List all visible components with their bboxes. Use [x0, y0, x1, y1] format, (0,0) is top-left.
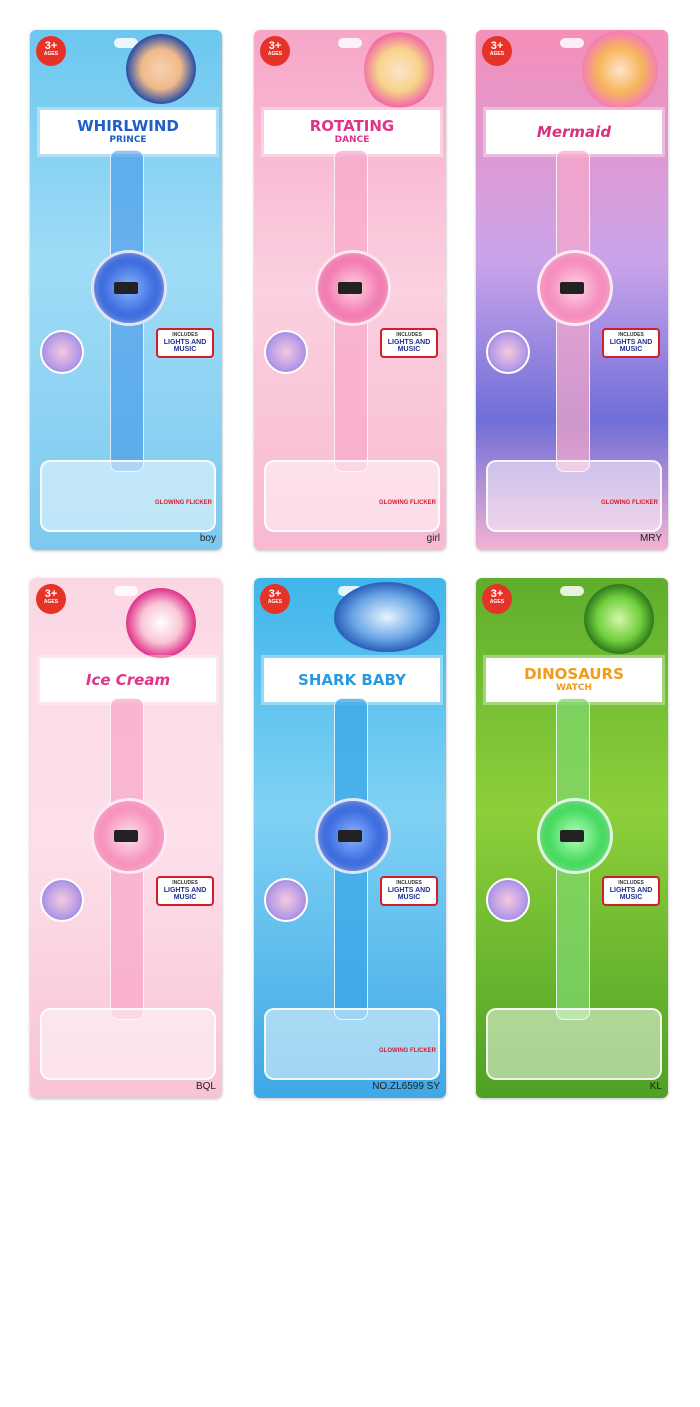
model-code: NO.ZL6599 SY: [372, 1081, 440, 1092]
lights-music-label: INCLUDES LIGHTS AND MUSIC: [156, 876, 214, 906]
product-title: DINOSAURS: [524, 665, 624, 683]
shark-illustration: [334, 582, 440, 652]
display-tray: [264, 460, 440, 532]
lcd-display: [338, 282, 362, 294]
lcd-display: [560, 282, 584, 294]
hang-hole: [114, 586, 138, 596]
display-tray: [40, 1008, 216, 1080]
projection-disc: [486, 330, 530, 374]
hang-hole: [560, 38, 584, 48]
model-code: MRY: [639, 533, 662, 544]
product-card-dinosaurs: 3+ AGES DINOSAURS WATCH INCLUDES LIGHTS AND…: [476, 578, 668, 1098]
product-subtitle: PRINCE: [109, 135, 147, 145]
lcd-display: [560, 830, 584, 842]
age-badge: 3+ AGES: [260, 36, 290, 66]
product-card-mermaid: 3+ AGES Mermaid INCLUDES LIGHTS AND MUSIC …: [476, 30, 668, 550]
lcd-display: [114, 830, 138, 842]
product-subtitle: WATCH: [555, 683, 593, 693]
age-badge: 3+ AGES: [260, 584, 290, 614]
age-badge: 3+ AGES: [482, 36, 512, 66]
glowing-flicker-label: GLOWING FLICKER: [601, 500, 658, 506]
projection-disc: [264, 878, 308, 922]
ice-cream-illustration: [126, 588, 196, 658]
product-card-rotating-dance: 3+ AGES ROTATING DANCE INCLUDES LIGHTS AND …: [254, 30, 446, 550]
product-card-prince: 3+ AGES WHIRLWIND PRINCE INCLUDES LIGHTS AN…: [30, 30, 222, 550]
product-title: WHIRLWIND: [77, 117, 179, 135]
lights-music-label: INCLUDES LIGHTS AND MUSIC: [380, 876, 438, 906]
display-tray: [264, 1008, 440, 1080]
product-title-box: WHIRLWIND PRINCE: [40, 110, 216, 154]
hang-hole: [560, 586, 584, 596]
model-code: KL: [649, 1081, 662, 1092]
princess-illustration: [364, 30, 434, 110]
dinosaur-illustration: [584, 584, 654, 654]
lcd-display: [114, 282, 138, 294]
product-title: SHARK BABY: [298, 670, 406, 689]
prince-illustration: [126, 34, 196, 104]
glowing-flicker-label: GLOWING FLICKER: [379, 1048, 436, 1054]
age-badge: 3+ AGES: [36, 36, 66, 66]
product-title-box: Ice Cream: [40, 658, 216, 702]
model-code: boy: [199, 533, 216, 544]
projection-disc: [264, 330, 308, 374]
glowing-flicker-label: GLOWING FLICKER: [379, 500, 436, 506]
glowing-flicker-label: GLOWING FLICKER: [155, 500, 212, 506]
model-code: BQL: [195, 1081, 216, 1092]
product-title-box: ROTATING DANCE: [264, 110, 440, 154]
product-title-box: Mermaid: [486, 110, 662, 154]
model-code: girl: [426, 533, 440, 544]
hang-hole: [338, 38, 362, 48]
product-title: Mermaid: [536, 122, 612, 141]
mermaid-illustration: [582, 30, 658, 110]
product-subtitle: DANCE: [334, 135, 370, 145]
display-tray: [40, 460, 216, 532]
product-card-shark-baby: 3+ AGES SHARK BABY INCLUDES LIGHTS AND MUS…: [254, 578, 446, 1098]
lights-music-label: INCLUDES LIGHTS AND MUSIC: [602, 328, 660, 358]
product-title-box: SHARK BABY: [264, 658, 440, 702]
age-badge: 3+ AGES: [482, 584, 512, 614]
display-tray: [486, 460, 662, 532]
projection-disc: [486, 878, 530, 922]
projection-disc: [40, 330, 84, 374]
lights-music-label: INCLUDES LIGHTS AND MUSIC: [156, 328, 214, 358]
product-card-ice-cream: 3+ AGES Ice Cream INCLUDES LIGHTS AND MUSI…: [30, 578, 222, 1098]
lights-music-label: INCLUDES LIGHTS AND MUSIC: [602, 876, 660, 906]
lcd-display: [338, 830, 362, 842]
product-title: ROTATING: [309, 117, 395, 135]
product-title-box: DINOSAURS WATCH: [486, 658, 662, 702]
product-title: Ice Cream: [85, 670, 171, 689]
projection-disc: [40, 878, 84, 922]
display-tray: [486, 1008, 662, 1080]
lights-music-label: INCLUDES LIGHTS AND MUSIC: [380, 328, 438, 358]
age-badge: 3+ AGES: [36, 584, 66, 614]
